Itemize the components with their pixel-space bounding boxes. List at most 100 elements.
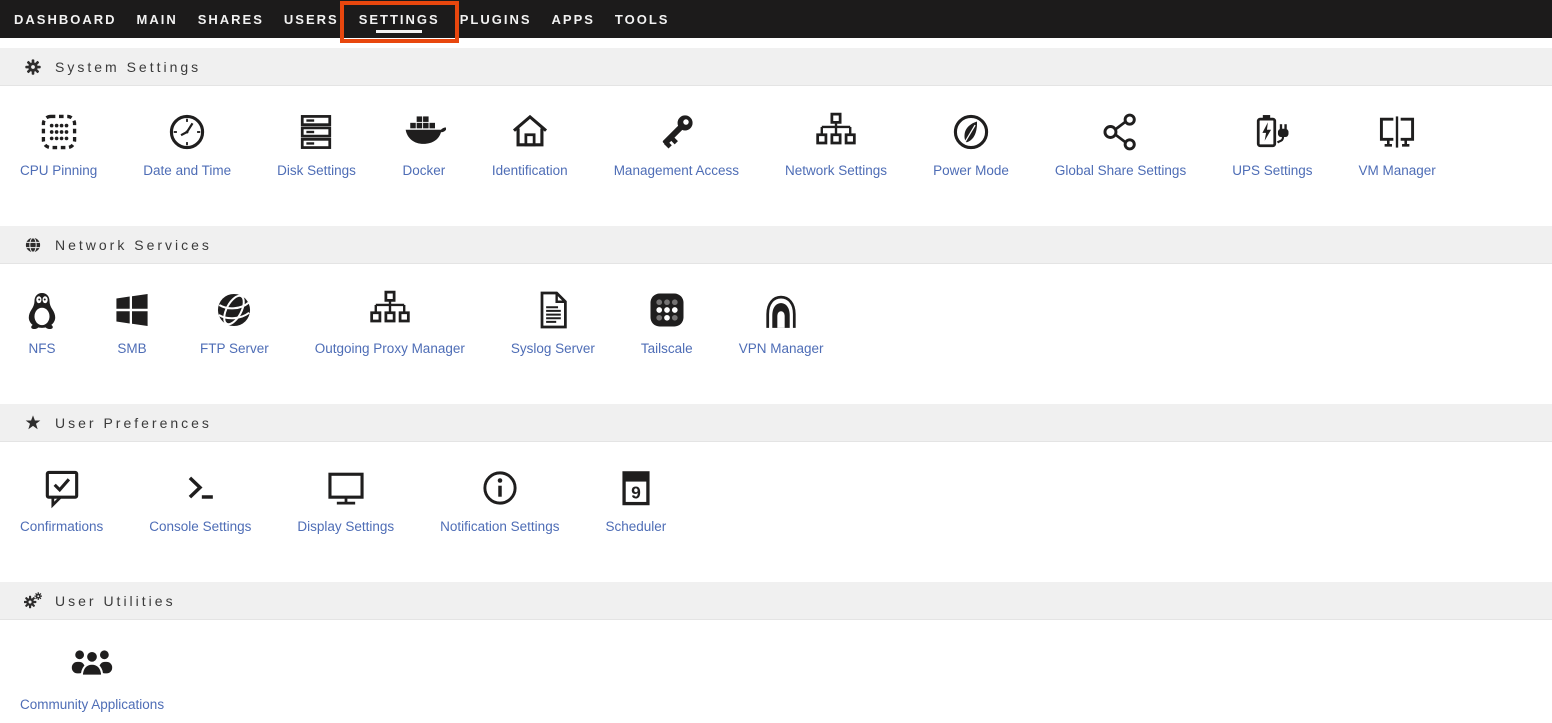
nav-item-label: APPS bbox=[552, 12, 595, 27]
settings-item-network-settings[interactable]: Network Settings bbox=[785, 110, 887, 178]
settings-item-ups-settings[interactable]: UPS Settings bbox=[1232, 110, 1312, 178]
settings-item-label: Confirmations bbox=[20, 519, 103, 534]
settings-item-label: VPN Manager bbox=[739, 341, 824, 356]
settings-item-management-access[interactable]: Management Access bbox=[614, 110, 739, 178]
terminal-icon bbox=[178, 466, 222, 510]
nav-item-plugins[interactable]: PLUGINS bbox=[450, 0, 542, 38]
settings-item-label: Network Settings bbox=[785, 163, 887, 178]
server-stack-icon bbox=[294, 110, 338, 154]
settings-item-tailscale[interactable]: Tailscale bbox=[641, 288, 693, 356]
settings-page: System Settings CPU Pinning Date and Time D… bbox=[0, 38, 1552, 723]
settings-item-label: Notification Settings bbox=[440, 519, 559, 534]
settings-item-disk-settings[interactable]: Disk Settings bbox=[277, 110, 356, 178]
settings-item-label: Display Settings bbox=[297, 519, 394, 534]
svg-text:9: 9 bbox=[631, 483, 641, 503]
settings-item-label: Scheduler bbox=[605, 519, 666, 534]
section-title: System Settings bbox=[55, 59, 201, 75]
section-header-user-preferences: User Preferences bbox=[0, 404, 1552, 442]
nav-item-label: SETTINGS bbox=[359, 12, 440, 27]
section-content-user-preferences: Confirmations Console Settings Display Set… bbox=[0, 442, 1552, 582]
settings-item-label: Management Access bbox=[614, 163, 739, 178]
gear-icon bbox=[24, 58, 42, 76]
nav-item-label: TOOLS bbox=[615, 12, 670, 27]
nav-item-apps[interactable]: APPS bbox=[542, 0, 605, 38]
active-tab-underline bbox=[376, 30, 422, 33]
nav-item-users[interactable]: USERS bbox=[274, 0, 349, 38]
docker-whale-icon bbox=[402, 110, 446, 154]
settings-item-label: NFS bbox=[29, 341, 56, 356]
nav-item-label: SHARES bbox=[198, 12, 264, 27]
settings-item-scheduler[interactable]: 9 Scheduler bbox=[605, 466, 666, 534]
nav-item-shares[interactable]: SHARES bbox=[188, 0, 274, 38]
settings-item-label: Outgoing Proxy Manager bbox=[315, 341, 465, 356]
section-title: User Preferences bbox=[55, 415, 212, 431]
section-content-user-utilities: Community Applications bbox=[0, 620, 1552, 723]
section-header-system-settings: System Settings bbox=[0, 48, 1552, 86]
section-header-user-utilities: User Utilities bbox=[0, 582, 1552, 620]
globe-solid-icon bbox=[212, 288, 256, 332]
section-content-network-services: NFS SMB FTP Server Outgoing Proxy Manager Sy… bbox=[0, 264, 1552, 404]
section-title: Network Services bbox=[55, 237, 212, 253]
key-icon bbox=[654, 110, 698, 154]
settings-item-label: Community Applications bbox=[20, 697, 164, 712]
globe-icon bbox=[24, 236, 42, 254]
gears-icon bbox=[24, 592, 42, 610]
settings-item-global-share-settings[interactable]: Global Share Settings bbox=[1055, 110, 1186, 178]
battery-plug-icon bbox=[1250, 110, 1294, 154]
settings-item-notification-settings[interactable]: Notification Settings bbox=[440, 466, 559, 534]
settings-item-date-and-time[interactable]: Date and Time bbox=[143, 110, 231, 178]
settings-item-display-settings[interactable]: Display Settings bbox=[297, 466, 394, 534]
nav-item-label: USERS bbox=[284, 12, 339, 27]
sitemap-icon bbox=[368, 288, 412, 332]
sitemap-icon bbox=[814, 110, 858, 154]
vm-columns-icon bbox=[1375, 110, 1419, 154]
users-group-icon bbox=[70, 644, 114, 688]
settings-item-community-applications[interactable]: Community Applications bbox=[20, 644, 164, 712]
settings-item-docker[interactable]: Docker bbox=[402, 110, 446, 178]
document-lines-icon bbox=[531, 288, 575, 332]
settings-item-identification[interactable]: Identification bbox=[492, 110, 568, 178]
section-content-system-settings: CPU Pinning Date and Time Disk Settings Doc… bbox=[0, 86, 1552, 226]
settings-item-label: Disk Settings bbox=[277, 163, 356, 178]
settings-item-smb[interactable]: SMB bbox=[110, 288, 154, 356]
cpu-pinning-icon bbox=[37, 110, 81, 154]
settings-item-label: Power Mode bbox=[933, 163, 1009, 178]
info-circle-icon bbox=[478, 466, 522, 510]
tailscale-icon bbox=[645, 288, 689, 332]
windows-logo-icon bbox=[110, 288, 154, 332]
settings-item-cpu-pinning[interactable]: CPU Pinning bbox=[20, 110, 97, 178]
settings-item-label: Global Share Settings bbox=[1055, 163, 1186, 178]
settings-item-vm-manager[interactable]: VM Manager bbox=[1359, 110, 1436, 178]
settings-item-power-mode[interactable]: Power Mode bbox=[933, 110, 1009, 178]
settings-item-nfs[interactable]: NFS bbox=[20, 288, 64, 356]
settings-item-ftp-server[interactable]: FTP Server bbox=[200, 288, 269, 356]
settings-item-label: CPU Pinning bbox=[20, 163, 97, 178]
vpn-hood-icon bbox=[759, 288, 803, 332]
settings-item-label: Tailscale bbox=[641, 341, 693, 356]
linux-tux-icon bbox=[20, 288, 64, 332]
chat-check-icon bbox=[40, 466, 84, 510]
settings-item-label: Date and Time bbox=[143, 163, 231, 178]
settings-item-label: Identification bbox=[492, 163, 568, 178]
settings-item-console-settings[interactable]: Console Settings bbox=[149, 466, 251, 534]
settings-item-vpn-manager[interactable]: VPN Manager bbox=[739, 288, 824, 356]
clock-icon bbox=[165, 110, 209, 154]
settings-item-label: SMB bbox=[117, 341, 146, 356]
nav-item-label: PLUGINS bbox=[460, 12, 532, 27]
share-nodes-icon bbox=[1099, 110, 1143, 154]
nav-item-label: MAIN bbox=[137, 12, 178, 27]
nav-item-dashboard[interactable]: DASHBOARD bbox=[4, 0, 127, 38]
settings-item-confirmations[interactable]: Confirmations bbox=[20, 466, 103, 534]
nav-item-settings[interactable]: SETTINGS bbox=[349, 0, 450, 38]
nav-item-main[interactable]: MAIN bbox=[127, 0, 188, 38]
settings-item-syslog-server[interactable]: Syslog Server bbox=[511, 288, 595, 356]
settings-item-outgoing-proxy-manager[interactable]: Outgoing Proxy Manager bbox=[315, 288, 465, 356]
settings-item-label: FTP Server bbox=[200, 341, 269, 356]
settings-item-label: UPS Settings bbox=[1232, 163, 1312, 178]
nav-item-tools[interactable]: TOOLS bbox=[605, 0, 680, 38]
settings-item-label: VM Manager bbox=[1359, 163, 1436, 178]
nav-item-label: DASHBOARD bbox=[14, 12, 117, 27]
section-title: User Utilities bbox=[55, 593, 176, 609]
settings-item-label: Docker bbox=[402, 163, 445, 178]
settings-item-label: Console Settings bbox=[149, 519, 251, 534]
